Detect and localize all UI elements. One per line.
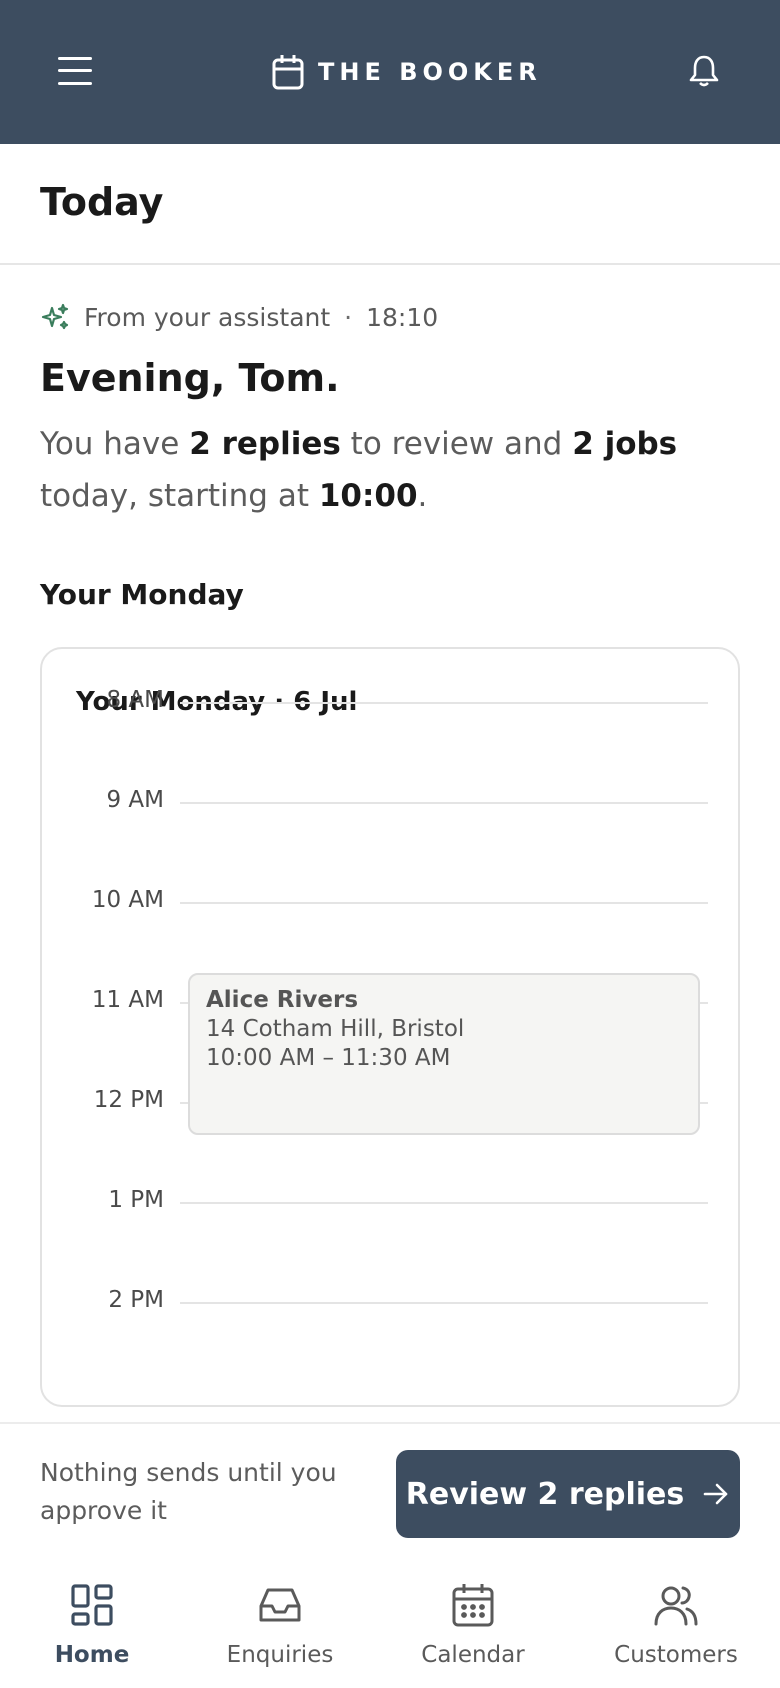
summary-text: .: [417, 478, 428, 514]
hour-gridline: [180, 1302, 708, 1304]
users-icon: [654, 1586, 698, 1626]
hour-gridline: [180, 902, 708, 904]
inbox-icon: [259, 1588, 301, 1622]
grid-icon: [71, 1584, 113, 1626]
nav-label: Enquiries: [226, 1642, 334, 1668]
bell-icon[interactable]: [688, 54, 720, 88]
hour-label: 12 PM: [93, 1087, 164, 1113]
day-schedule-card: Your Monday · 6 Jul 8 AM 9 AM 10 AM 11 A…: [40, 647, 740, 1407]
hour-row: 2 PM: [42, 1287, 738, 1317]
start-time: 10:00: [318, 478, 418, 514]
assistant-meta: From your assistant · 18:10: [40, 300, 438, 334]
approval-note: Nothing sends until you approve it: [40, 1458, 337, 1525]
calendar-event[interactable]: Alice Rivers 14 Cotham Hill, Bristol 10:…: [188, 973, 700, 1135]
hour-row: 10 AM: [42, 887, 738, 917]
nav-calendar[interactable]: Calendar: [410, 1560, 536, 1688]
summary-text: You have: [40, 426, 190, 462]
meta-separator: ·: [344, 302, 353, 332]
assistant-source-label: From your assistant: [84, 302, 331, 332]
nav-customers[interactable]: Customers: [614, 1560, 738, 1688]
bottom-nav: Home Enquiries Calendar Customers: [0, 1560, 780, 1688]
event-address: 14 Cotham Hill, Bristol: [206, 1016, 465, 1042]
sparkle-icon: [41, 303, 69, 330]
action-bar: Nothing sends until you approve it Revie…: [0, 1422, 780, 1546]
hour-gridline: [180, 702, 708, 704]
nav-home[interactable]: Home: [40, 1560, 144, 1688]
calendar-icon: [452, 1584, 494, 1627]
app-header: THE BOOKER: [0, 0, 780, 144]
hour-row: 9 AM: [42, 787, 738, 817]
hour-label: 8 AM: [106, 687, 164, 713]
summary-text: today, starting at: [40, 478, 319, 514]
nav-label: Customers: [614, 1642, 738, 1668]
event-time: 10:00 AM – 11:30 AM: [206, 1045, 451, 1071]
hour-row: 8 AM: [42, 687, 738, 717]
hour-label: 9 AM: [106, 787, 164, 813]
nav-label: Home: [54, 1642, 130, 1668]
review-replies-button[interactable]: Review 2 replies: [396, 1450, 740, 1538]
summary-text: to review and: [340, 426, 573, 462]
app-title: THE BOOKER: [318, 58, 542, 86]
hour-label: 11 AM: [91, 987, 164, 1013]
hour-label: 2 PM: [108, 1287, 164, 1313]
replies-count: 2 replies: [189, 426, 341, 462]
review-button-label: Review 2 replies: [405, 1476, 685, 1512]
page-title: Today: [40, 180, 164, 224]
jobs-count: 2 jobs: [572, 426, 678, 462]
hour-label: 1 PM: [108, 1187, 164, 1213]
arrow-right-icon: [703, 1483, 728, 1505]
hour-gridline: [180, 802, 708, 804]
hour-row: 1 PM: [42, 1187, 738, 1217]
event-customer-name: Alice Rivers: [206, 987, 359, 1013]
nav-enquiries[interactable]: Enquiries: [220, 1560, 340, 1688]
hour-gridline: [180, 1202, 708, 1204]
assistant-summary: You have 2 replies to review and 2 jobs …: [40, 418, 740, 522]
hour-label: 10 AM: [91, 887, 164, 913]
menu-button[interactable]: [58, 55, 94, 87]
calendar-icon: [272, 55, 304, 90]
assistant-time: 18:10: [366, 302, 439, 332]
brand: THE BOOKER: [272, 52, 542, 92]
day-section-heading: Your Monday: [40, 578, 244, 611]
greeting: Evening, Tom.: [40, 356, 340, 400]
page-title-bar: Today: [0, 144, 780, 265]
nav-label: Calendar: [421, 1642, 525, 1668]
